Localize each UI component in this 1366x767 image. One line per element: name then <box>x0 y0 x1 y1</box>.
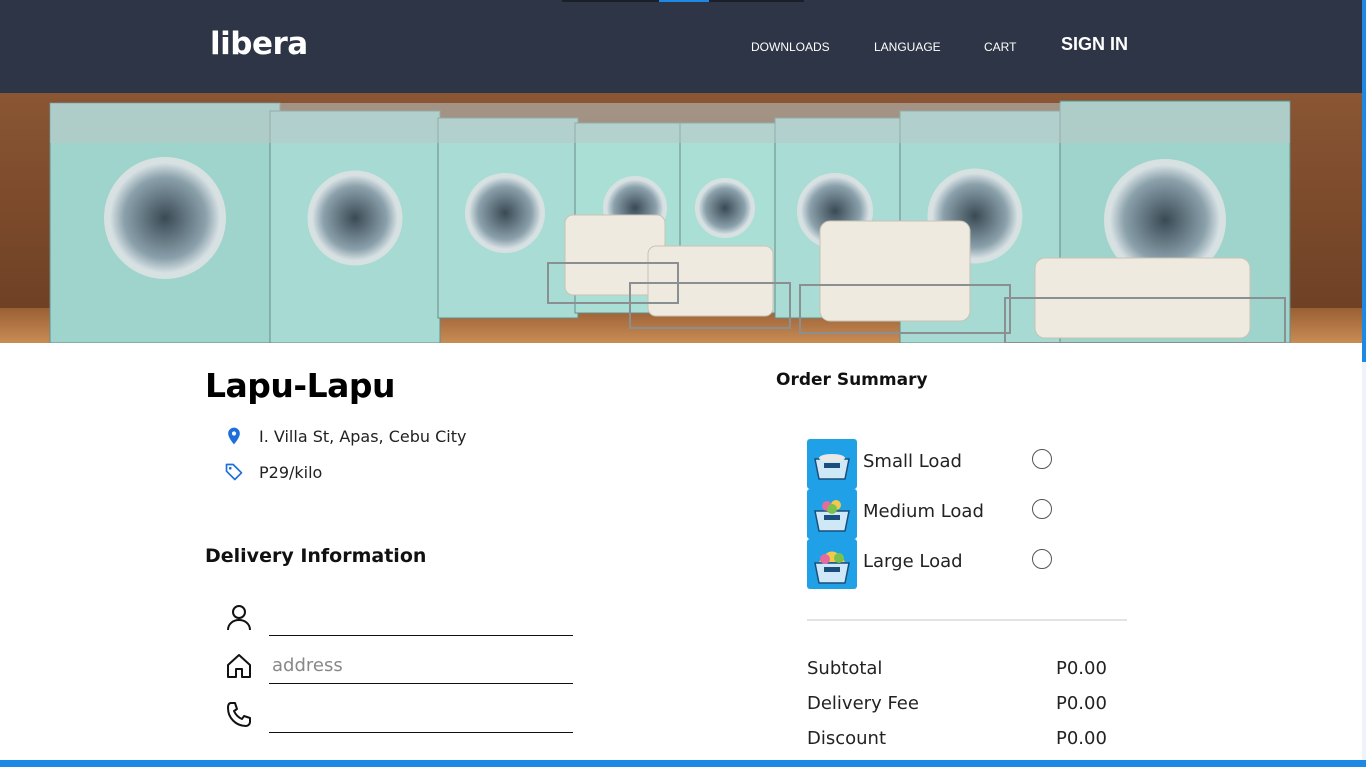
large-load-basket-icon <box>807 539 857 589</box>
large-load-label: Large Load <box>863 551 963 572</box>
bottom-accent-bar <box>0 760 1366 767</box>
store-address: I. Villa St, Apas, Cebu City <box>259 426 467 446</box>
top-navbar: libera DOWNLOADS LANGUAGE CART SIGN IN <box>0 0 1362 93</box>
medium-load-basket-icon <box>807 489 857 539</box>
page-loading-indicator <box>562 0 804 2</box>
page-scrollbar[interactable] <box>1362 0 1366 767</box>
delivery-information-heading: Delivery Information <box>205 545 427 567</box>
delivery-fee-value: P0.00 <box>1056 693 1107 714</box>
person-icon <box>227 605 251 631</box>
store-price-row: P29/kilo <box>224 462 322 482</box>
laundromat-hero-image <box>0 93 1362 343</box>
name-field-row <box>224 597 573 637</box>
small-load-basket-icon <box>807 439 857 489</box>
phone-field-row <box>224 694 573 734</box>
delivery-fee-row: Delivery Fee P0.00 <box>807 693 1107 717</box>
small-load-label: Small Load <box>863 451 962 472</box>
medium-load-radio[interactable] <box>1032 499 1052 519</box>
phone-input[interactable] <box>269 696 573 733</box>
address-field-row <box>224 645 573 685</box>
nav-cart[interactable]: CART <box>984 40 1016 54</box>
medium-load-option[interactable]: Medium Load <box>807 489 1057 539</box>
page-loading-indicator-active <box>659 0 709 2</box>
location-pin-icon <box>228 427 240 445</box>
discount-value: P0.00 <box>1056 728 1107 749</box>
order-summary-heading: Order Summary <box>776 370 928 390</box>
delivery-fee-label: Delivery Fee <box>807 693 919 714</box>
subtotal-label: Subtotal <box>807 658 883 679</box>
small-load-radio[interactable] <box>1032 449 1052 469</box>
medium-load-label: Medium Load <box>863 501 984 522</box>
large-load-radio[interactable] <box>1032 549 1052 569</box>
large-load-option[interactable]: Large Load <box>807 539 1057 589</box>
name-input[interactable] <box>269 599 573 636</box>
libera-logo[interactable]: libera <box>210 26 308 62</box>
nav-downloads[interactable]: DOWNLOADS <box>751 40 830 54</box>
discount-row: Discount P0.00 <box>807 728 1107 752</box>
discount-label: Discount <box>807 728 887 749</box>
nav-language[interactable]: LANGUAGE <box>874 40 941 54</box>
subtotal-value: P0.00 <box>1056 658 1107 679</box>
sign-in-link[interactable]: SIGN IN <box>1061 34 1128 55</box>
store-price: P29/kilo <box>259 462 323 482</box>
order-summary-divider <box>807 619 1127 621</box>
store-address-row: I. Villa St, Apas, Cebu City <box>224 426 466 446</box>
phone-icon <box>227 702 251 727</box>
house-icon <box>227 654 251 678</box>
subtotal-row: Subtotal P0.00 <box>807 658 1107 682</box>
store-name: Lapu-Lapu <box>205 366 396 405</box>
address-input[interactable] <box>269 647 573 684</box>
small-load-option[interactable]: Small Load <box>807 439 1057 489</box>
page-scrollbar-thumb[interactable] <box>1362 0 1366 362</box>
price-tag-icon <box>225 463 243 481</box>
